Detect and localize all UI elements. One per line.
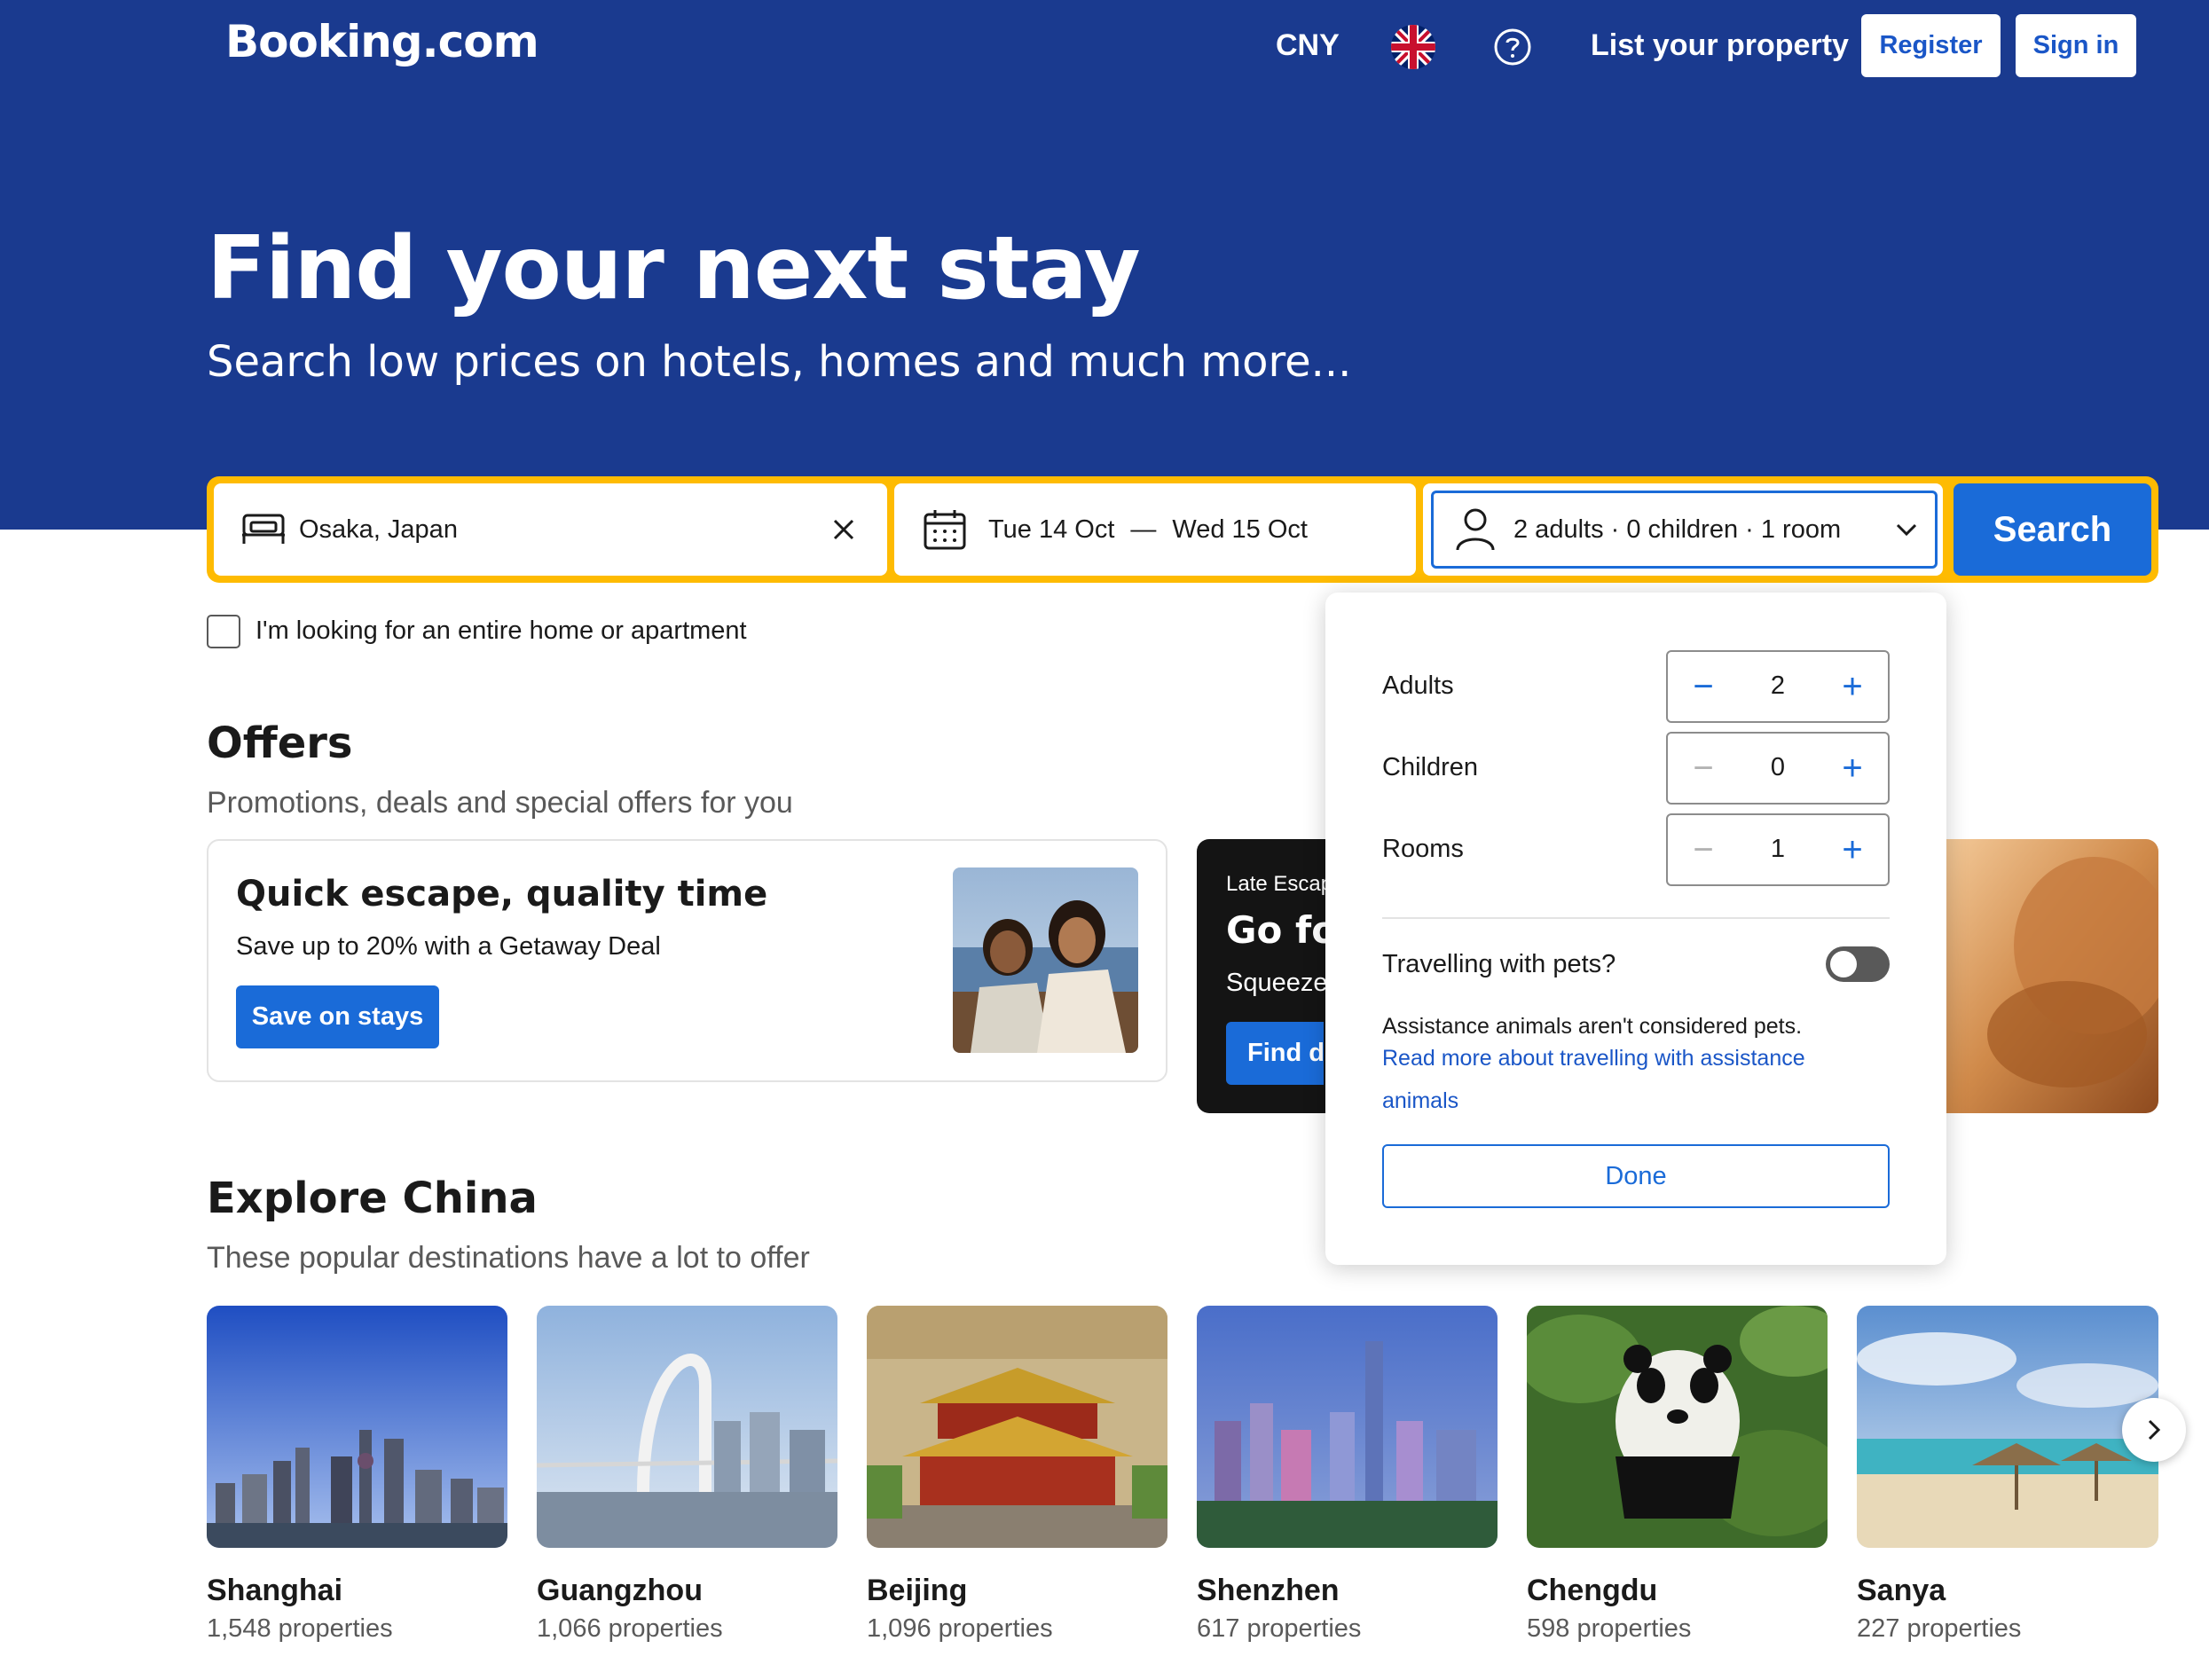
hero-title: Find your next stay — [207, 218, 1141, 319]
calendar-icon — [923, 507, 967, 552]
booking-homepage: Booking.com CNY List your property Regis… — [0, 0, 2209, 1680]
city-properties: 227 properties — [1857, 1614, 2022, 1643]
children-increment-button[interactable]: + — [1821, 734, 1883, 803]
popup-divider — [1382, 917, 1890, 919]
city-properties: 1,066 properties — [537, 1614, 723, 1643]
entire-home-label: I'm looking for an entire home or apartm… — [255, 616, 747, 645]
city-properties: 617 properties — [1197, 1614, 1362, 1643]
rooms-label: Rooms — [1382, 835, 1464, 863]
explore-title: Explore China — [207, 1174, 538, 1223]
hero-subtitle: Search low prices on hotels, homes and m… — [207, 337, 1352, 387]
entire-home-checkbox[interactable] — [207, 615, 240, 648]
pets-label: Travelling with pets? — [1382, 950, 1616, 978]
save-on-stays-button[interactable]: Save on stays — [236, 985, 439, 1048]
dates-field[interactable]: Tue 14 Oct — Wed 15 Oct — [894, 483, 1416, 576]
city-card-shenzhen[interactable] — [1197, 1306, 1498, 1548]
late-escape-eyebrow: Late Escap — [1226, 872, 1333, 896]
city-properties: 1,096 properties — [867, 1614, 1053, 1643]
city-name[interactable]: Sanya — [1857, 1574, 1946, 1608]
late-escape-photo — [1943, 839, 2158, 1113]
city-name[interactable]: Shenzhen — [1197, 1574, 1340, 1608]
city-card-chengdu[interactable] — [1527, 1306, 1828, 1548]
adults-value: 2 — [1770, 671, 1786, 700]
assistance-note: Assistance animals aren't considered pet… — [1382, 1014, 1803, 1039]
adults-increment-button[interactable]: + — [1821, 652, 1883, 721]
adults-label: Adults — [1382, 671, 1454, 700]
city-name[interactable]: Chengdu — [1527, 1574, 1657, 1608]
adults-decrement-button[interactable]: − — [1672, 652, 1734, 721]
city-card-beijing[interactable] — [867, 1306, 1167, 1548]
city-card-guangzhou[interactable] — [537, 1306, 837, 1548]
children-value: 0 — [1770, 753, 1786, 781]
occupancy-field[interactable]: 2 adults · 0 children · 1 room — [1431, 491, 1938, 569]
clear-destination-icon[interactable] — [830, 516, 857, 543]
person-icon — [1455, 507, 1496, 552]
assistance-animals-link-continued[interactable]: animals — [1382, 1088, 1458, 1114]
explore-subtitle: These popular destinations have a lot to… — [207, 1241, 810, 1275]
search-button[interactable]: Search — [1954, 483, 2151, 576]
uk-flag-icon[interactable] — [1391, 25, 1435, 69]
offer-card-title: Quick escape, quality time — [236, 874, 768, 915]
date-separator: — — [1130, 514, 1157, 544]
couple-photo — [953, 867, 1138, 1053]
chevron-down-icon[interactable] — [1895, 522, 1918, 538]
late-escape-text: Squeeze — [1226, 969, 1328, 997]
city-properties: 1,548 properties — [207, 1614, 393, 1643]
city-card-sanya[interactable] — [1857, 1306, 2158, 1548]
city-name[interactable]: Guangzhou — [537, 1574, 703, 1608]
sign-in-button[interactable]: Sign in — [2016, 14, 2136, 77]
destination-input[interactable]: Osaka, Japan — [299, 515, 458, 545]
offers-subtitle: Promotions, deals and special offers for… — [207, 786, 793, 820]
register-button[interactable]: Register — [1861, 14, 2001, 77]
pets-toggle-knob — [1830, 951, 1857, 977]
city-card-shanghai[interactable] — [207, 1306, 507, 1548]
city-name[interactable]: Shanghai — [207, 1574, 342, 1608]
booking-logo[interactable]: Booking.com — [225, 16, 539, 67]
city-properties: 598 properties — [1527, 1614, 1692, 1643]
assistance-animals-link[interactable]: Read more about travelling with assistan… — [1382, 1046, 1805, 1072]
help-circle-icon[interactable] — [1494, 28, 1531, 66]
checkout-date[interactable]: Wed 15 Oct — [1172, 515, 1308, 545]
offer-card-text: Save up to 20% with a Getaway Deal — [236, 932, 661, 961]
list-property-link[interactable]: List your property — [1591, 28, 1849, 63]
rooms-value: 1 — [1770, 835, 1786, 863]
done-button[interactable]: Done — [1382, 1144, 1890, 1208]
offers-title: Offers — [207, 718, 353, 768]
bed-icon — [240, 512, 287, 547]
city-name[interactable]: Beijing — [867, 1574, 967, 1608]
checkin-date[interactable]: Tue 14 Oct — [988, 515, 1114, 545]
find-deals-button[interactable]: Find de — [1226, 1022, 1324, 1085]
rooms-decrement-button[interactable]: − — [1672, 815, 1734, 884]
pets-toggle[interactable] — [1826, 946, 1890, 982]
chevron-right-icon — [2148, 1419, 2161, 1441]
occupancy-summary[interactable]: 2 adults · 0 children · 1 room — [1513, 515, 1841, 545]
currency-selector[interactable]: CNY — [1276, 28, 1340, 63]
children-label: Children — [1382, 753, 1478, 781]
rooms-increment-button[interactable]: + — [1821, 815, 1883, 884]
destination-field[interactable]: Osaka, Japan — [214, 483, 887, 576]
children-decrement-button[interactable]: − — [1672, 734, 1734, 803]
carousel-next-button[interactable] — [2122, 1398, 2186, 1462]
